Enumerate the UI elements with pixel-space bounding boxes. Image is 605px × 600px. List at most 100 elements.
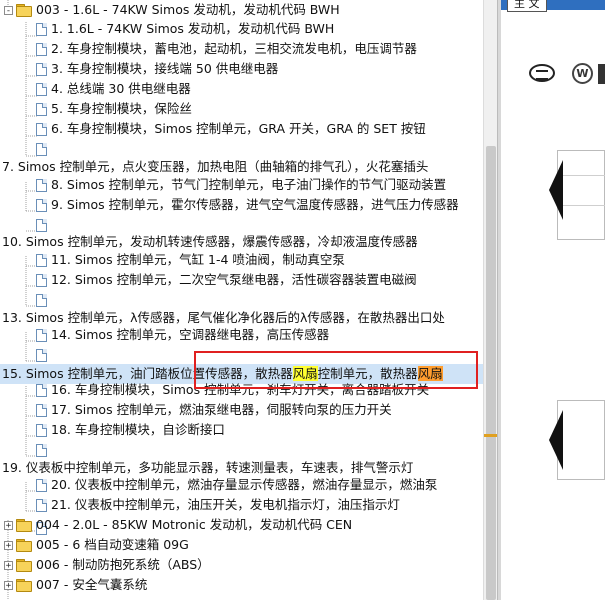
tree-item-label: 6. 车身控制模块，Simos 控制单元，GRA 开关，GRA 的 SET 按钮 xyxy=(51,121,426,136)
document-icon xyxy=(36,293,47,307)
document-icon xyxy=(36,403,47,417)
tree-item-label: 1. 1.6L - 74KW Simos 发动机，发动机代码 BWH xyxy=(51,21,335,36)
document-icon xyxy=(36,423,47,437)
previous-page-arrow-icon[interactable] xyxy=(549,410,563,470)
tree-item-label: 3. 车身控制模块，接线端 50 供电继电器 xyxy=(51,61,279,76)
tree-item-label: 11. Simos 控制单元，气缸 1-4 喷油阀，制动真空泵 xyxy=(51,252,345,267)
document-icon xyxy=(36,273,47,287)
document-icon xyxy=(36,22,47,36)
tree-item[interactable]: 12. Simos 控制单元，二次空气泵继电器，活性碳容器装置电磁阀 xyxy=(36,270,417,290)
tree-item[interactable]: 5. 车身控制模块，保险丝 xyxy=(36,99,192,119)
tree-item[interactable]: 10. Simos 控制单元，发动机转速传感器，爆震传感器，冷却液温度传感器 xyxy=(2,232,418,252)
document-viewer-pane: 主 文 W xyxy=(501,0,605,600)
document-icon xyxy=(36,122,47,136)
document-icon xyxy=(36,178,47,192)
tree-item-label: 7. Simos 控制单元，点火变压器，加热电阻（曲轴箱的排气孔），火花塞插头 xyxy=(2,159,429,174)
search-hit-current: 风扇 xyxy=(292,366,318,381)
document-icon xyxy=(36,102,47,116)
tree-item[interactable]: 2. 车身控制模块，蓄电池，起动机，三相交流发电机，电压调节器 xyxy=(36,39,417,59)
tree-item[interactable]: 16. 车身控制模块，Simos 控制单元，刹车灯开关，离合器踏板开关 xyxy=(36,380,429,400)
tree-item-label: 007 - 安全气囊系统 xyxy=(36,577,148,592)
document-tree: - 003 - 1.6L - 74KW Simos 发动机，发动机代码 BWH 1.… xyxy=(0,0,483,600)
tree-item-label: 9. Simos 控制单元，霍尔传感器，进气空气温度传感器，进气压力传感器 xyxy=(51,197,459,212)
faw-logo-icon xyxy=(529,64,555,82)
tree-item-label: 003 - 1.6L - 74KW Simos 发动机，发动机代码 BWH xyxy=(36,2,340,17)
search-hit: 风扇 xyxy=(417,366,443,381)
tree-item[interactable]: 6. 车身控制模块，Simos 控制单元，GRA 开关，GRA 的 SET 按钮 xyxy=(36,119,426,139)
tree-folder-node[interactable]: +005 - 6 档自动变速箱 09G xyxy=(4,535,189,555)
vw-logo-icon: W xyxy=(572,63,593,84)
tree-item[interactable] xyxy=(36,139,51,159)
tree-item-label: 8. Simos 控制单元，节气门控制单元，电子油门操作的节气门驱动装置 xyxy=(51,177,447,192)
tree-item-label: 2. 车身控制模块，蓄电池，起动机，三相交流发电机，电压调节器 xyxy=(51,41,417,56)
tree-folder-node[interactable]: +006 - 制动防抱死系统（ABS） xyxy=(4,555,210,575)
tree-item[interactable] xyxy=(36,440,51,460)
folder-icon xyxy=(16,539,32,552)
document-icon xyxy=(36,142,47,156)
tree-folder-node[interactable]: - 003 - 1.6L - 74KW Simos 发动机，发动机代码 BWH xyxy=(4,0,340,20)
expand-icon[interactable]: + xyxy=(4,540,13,550)
document-icon xyxy=(36,42,47,56)
tree-item[interactable]: 4. 总线端 30 供电继电器 xyxy=(36,79,191,99)
viewer-page-panel-bottom xyxy=(557,400,605,480)
tree-item[interactable]: 14. Simos 控制单元，空调器继电器，高压传感器 xyxy=(36,325,329,345)
tree-item[interactable]: 17. Simos 控制单元，燃油泵继电器，伺服转向泵的压力开关 xyxy=(36,400,392,420)
tree-item[interactable]: 11. Simos 控制单元，气缸 1-4 喷油阀，制动真空泵 xyxy=(36,250,345,270)
document-icon xyxy=(36,383,47,397)
viewer-rule xyxy=(557,175,605,176)
expand-icon[interactable]: + xyxy=(4,560,13,570)
tree-item[interactable]: 1. 1.6L - 74KW Simos 发动机，发动机代码 BWH xyxy=(36,19,334,39)
tree-item[interactable] xyxy=(36,345,51,365)
scrollbar-search-marker xyxy=(484,434,498,437)
document-icon xyxy=(36,62,47,76)
folder-icon xyxy=(16,579,32,592)
viewer-rule xyxy=(557,205,605,206)
document-icon xyxy=(36,218,47,232)
tree-item-label: 16. 车身控制模块，Simos 控制单元，刹车灯开关，离合器踏板开关 xyxy=(51,382,430,397)
document-icon xyxy=(36,82,47,96)
tree-item[interactable]: 20. 仪表板中控制单元，燃油存量显示传感器，燃油存量显示，燃油泵 xyxy=(36,475,437,495)
tree-folder-node[interactable]: +007 - 安全气囊系统 xyxy=(4,575,147,595)
folder-icon xyxy=(16,559,32,572)
expand-icon[interactable]: + xyxy=(4,580,13,590)
tree-item-label: 004 - 2.0L - 85KW Motronic 发动机，发动机代码 CEN xyxy=(36,517,353,532)
tree-vertical-scrollbar[interactable] xyxy=(483,0,498,600)
tree-item-label: 5. 车身控制模块，保险丝 xyxy=(51,101,192,116)
viewer-page-panel-top xyxy=(557,150,605,240)
expand-icon[interactable]: + xyxy=(4,520,13,530)
folder-icon xyxy=(16,519,32,532)
collapse-icon[interactable]: - xyxy=(4,5,13,15)
tree-item-label: 12. Simos 控制单元，二次空气泵继电器，活性碳容器装置电磁阀 xyxy=(51,272,417,287)
document-icon xyxy=(36,478,47,492)
viewer-tab[interactable]: 主 文 xyxy=(507,0,547,12)
tree-item-label: 14. Simos 控制单元，空调器继电器，高压传感器 xyxy=(51,327,330,342)
tree-item[interactable]: 7. Simos 控制单元，点火变压器，加热电阻（曲轴箱的排气孔），火花塞插头 xyxy=(2,157,428,177)
brand-logo-fragment xyxy=(598,64,605,84)
tree-item[interactable]: 8. Simos 控制单元，节气门控制单元，电子油门操作的节气门驱动装置 xyxy=(36,175,446,195)
tree-item-label: 005 - 6 档自动变速箱 09G xyxy=(36,537,189,552)
tree-item[interactable] xyxy=(36,290,51,310)
tree-item[interactable]: 18. 车身控制模块，自诊断接口 xyxy=(36,420,225,440)
tree-item-text: 15. Simos 控制单元，油门踏板位置传感器，散热器 xyxy=(2,366,293,381)
tree-item[interactable]: 9. Simos 控制单元，霍尔传感器，进气空气温度传感器，进气压力传感器 xyxy=(36,195,459,215)
tree-item-label: 18. 车身控制模块，自诊断接口 xyxy=(51,422,225,437)
tree-item-label: 21. 仪表板中控制单元，油压开关，发电机指示灯，油压指示灯 xyxy=(51,497,400,512)
folder-icon xyxy=(16,4,32,17)
document-icon xyxy=(36,328,47,342)
document-icon xyxy=(36,443,47,457)
document-icon xyxy=(36,498,47,512)
tree-item[interactable]: 3. 车身控制模块，接线端 50 供电继电器 xyxy=(36,59,278,79)
tree-folder-node[interactable]: +004 - 2.0L - 85KW Motronic 发动机，发动机代码 CE… xyxy=(4,515,352,535)
tree-item[interactable]: 21. 仪表板中控制单元，油压开关，发电机指示灯，油压指示灯 xyxy=(36,495,400,515)
tree-item-label: 10. Simos 控制单元，发动机转速传感器，爆震传感器，冷却液温度传感器 xyxy=(2,234,418,249)
previous-page-arrow-icon[interactable] xyxy=(549,160,563,220)
tree-item-label: 4. 总线端 30 供电继电器 xyxy=(51,81,191,96)
tree-item-text: 控制单元，散热器 xyxy=(317,366,418,381)
tree-item-label: 17. Simos 控制单元，燃油泵继电器，伺服转向泵的压力开关 xyxy=(51,402,392,417)
document-icon xyxy=(36,198,47,212)
tree-item-label: 006 - 制动防抱死系统（ABS） xyxy=(36,557,210,572)
scrollbar-thumb[interactable] xyxy=(486,146,496,600)
document-icon xyxy=(36,348,47,362)
document-icon xyxy=(36,253,47,267)
tree-item-label: 20. 仪表板中控制单元，燃油存量显示传感器，燃油存量显示，燃油泵 xyxy=(51,477,438,492)
